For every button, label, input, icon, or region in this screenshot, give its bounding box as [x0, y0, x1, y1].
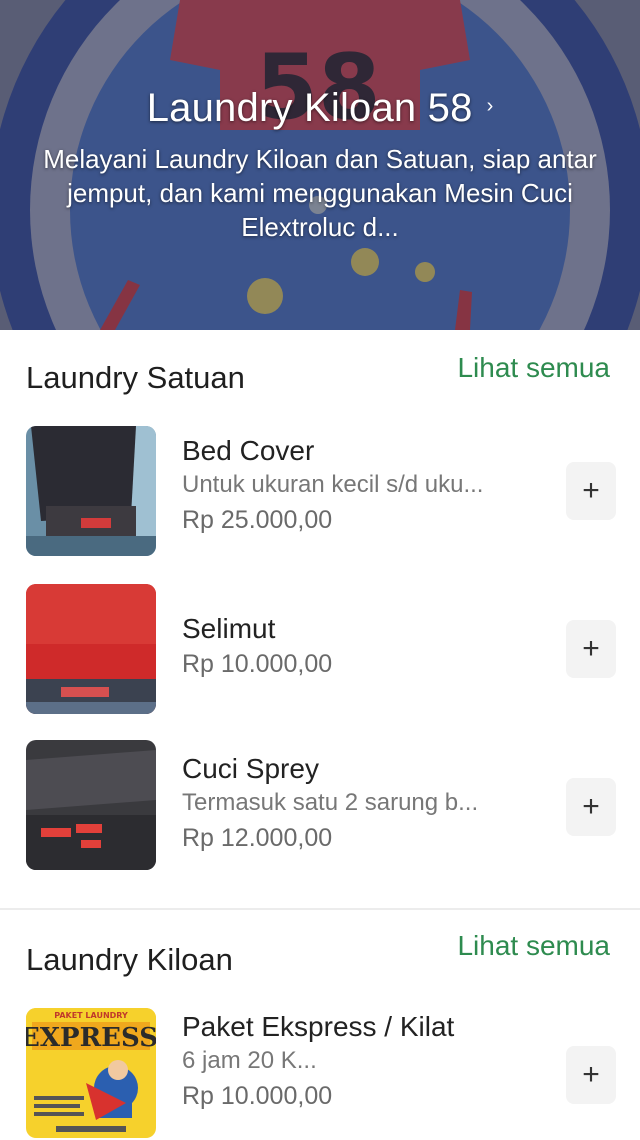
section-title: Laundry Satuan	[26, 360, 245, 395]
product-name: Paket Ekspress / Kilat	[182, 1011, 455, 1042]
add-to-cart-button[interactable]: +	[566, 462, 616, 520]
product-image: PAKET LAUNDRY EXPRESS	[26, 1008, 156, 1138]
add-to-cart-button[interactable]: +	[566, 620, 616, 678]
product-description: 6 jam 20 K...	[182, 1047, 317, 1074]
product-image	[26, 426, 156, 556]
product-item-bed-cover[interactable]: Bed Cover Untuk ukuran kecil s/d uku... …	[0, 426, 640, 584]
product-item-selimut[interactable]: Selimut Rp 10.000,00 +	[0, 584, 640, 740]
product-image	[26, 584, 156, 714]
see-all-link[interactable]: Lihat semua	[457, 352, 610, 384]
see-all-link[interactable]: Lihat semua	[457, 930, 610, 962]
add-to-cart-button[interactable]: +	[566, 1046, 616, 1104]
product-description: Untuk ukuran kecil s/d uku...	[182, 471, 484, 498]
add-to-cart-button[interactable]: +	[566, 778, 616, 836]
thumb-banner-text: PAKET LAUNDRY	[54, 1011, 128, 1020]
thumb-express-text: EXPRESS	[26, 1023, 156, 1053]
product-price: Rp 12.000,00	[182, 824, 333, 852]
product-description: Termasuk satu 2 sarung b...	[182, 789, 479, 816]
product-name: Cuci Sprey	[182, 753, 319, 784]
product-price: Rp 25.000,00	[182, 506, 333, 534]
store-title[interactable]: Laundry Kiloan 58	[147, 84, 473, 132]
store-header-banner: 58 Laundry Kiloan 58 › Melayani Laundry …	[0, 0, 640, 330]
product-item-paket-ekspress[interactable]: PAKET LAUNDRY EXPRESS Paket Ekspress / K…	[0, 1000, 640, 1140]
section-title: Laundry Kiloan	[26, 942, 233, 977]
product-price: Rp 10.000,00	[182, 650, 333, 678]
product-name: Selimut	[182, 613, 276, 644]
section-header: Laundry Kiloan Lihat semua	[0, 910, 640, 1000]
chevron-right-icon[interactable]: ›	[487, 96, 494, 116]
section-laundry-satuan: Laundry Satuan Lihat semua Bed Cover Unt…	[0, 330, 640, 900]
product-item-cuci-sprey[interactable]: Cuci Sprey Termasuk satu 2 sarung b... R…	[0, 740, 640, 900]
product-name: Bed Cover	[182, 435, 315, 466]
section-laundry-kiloan: Laundry Kiloan Lihat semua PAKET LAUNDRY…	[0, 908, 640, 1140]
store-description: Melayani Laundry Kiloan dan Satuan, siap…	[43, 144, 597, 242]
product-price: Rp 10.000,00	[182, 1082, 333, 1110]
section-header: Laundry Satuan Lihat semua	[0, 330, 640, 426]
product-image	[26, 740, 156, 870]
